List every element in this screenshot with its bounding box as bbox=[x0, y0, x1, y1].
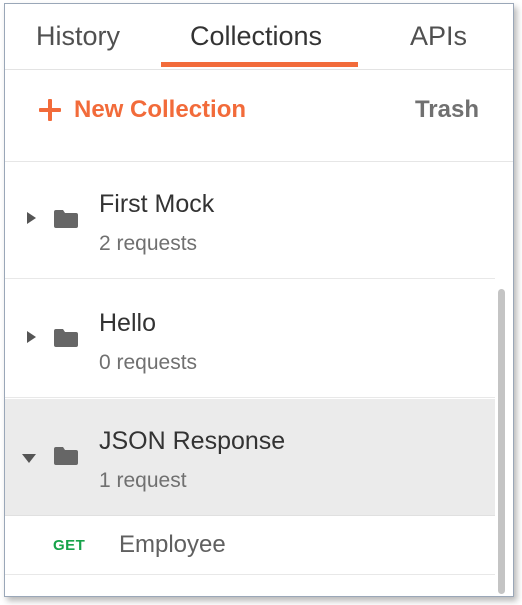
collection-name: Hello bbox=[99, 309, 156, 337]
collection-item-first-mock[interactable]: First Mock 2 requests bbox=[5, 162, 495, 279]
collection-request-count: 1 request bbox=[99, 469, 187, 492]
caret-right-icon[interactable] bbox=[27, 212, 36, 224]
tab-bar: History Collections APIs bbox=[5, 4, 513, 70]
folder-icon bbox=[54, 210, 78, 228]
tab-history[interactable]: History bbox=[36, 21, 120, 52]
caret-right-icon[interactable] bbox=[27, 331, 36, 343]
caret-down-icon[interactable] bbox=[22, 454, 36, 463]
trash-button[interactable]: Trash bbox=[415, 96, 479, 124]
collections-panel: History Collections APIs New Collection … bbox=[4, 3, 514, 597]
collection-item-hello[interactable]: Hello 0 requests bbox=[5, 281, 495, 398]
collection-name: JSON Response bbox=[99, 427, 286, 455]
tab-apis[interactable]: APIs bbox=[410, 21, 467, 52]
collection-request-count: 2 requests bbox=[99, 232, 198, 255]
request-method-badge: GET bbox=[53, 537, 86, 554]
collection-request-count: 0 requests bbox=[99, 351, 198, 374]
collection-item-json-response[interactable]: JSON Response 1 request bbox=[5, 399, 495, 516]
scrollbar-thumb[interactable] bbox=[498, 289, 505, 594]
collection-name: First Mock bbox=[99, 190, 215, 218]
plus-icon bbox=[39, 99, 61, 121]
collection-list: First Mock 2 requests Hello 0 requests J… bbox=[5, 162, 495, 596]
new-collection-label: New Collection bbox=[74, 96, 247, 123]
request-item-employee[interactable]: GET Employee bbox=[5, 519, 495, 575]
folder-icon bbox=[54, 329, 78, 347]
active-tab-indicator bbox=[161, 62, 358, 67]
request-name: Employee bbox=[119, 531, 226, 558]
collections-toolbar: New Collection Trash bbox=[5, 70, 513, 162]
tab-collections[interactable]: Collections bbox=[190, 21, 322, 52]
folder-icon bbox=[54, 447, 78, 465]
new-collection-button[interactable]: New Collection bbox=[39, 95, 246, 125]
